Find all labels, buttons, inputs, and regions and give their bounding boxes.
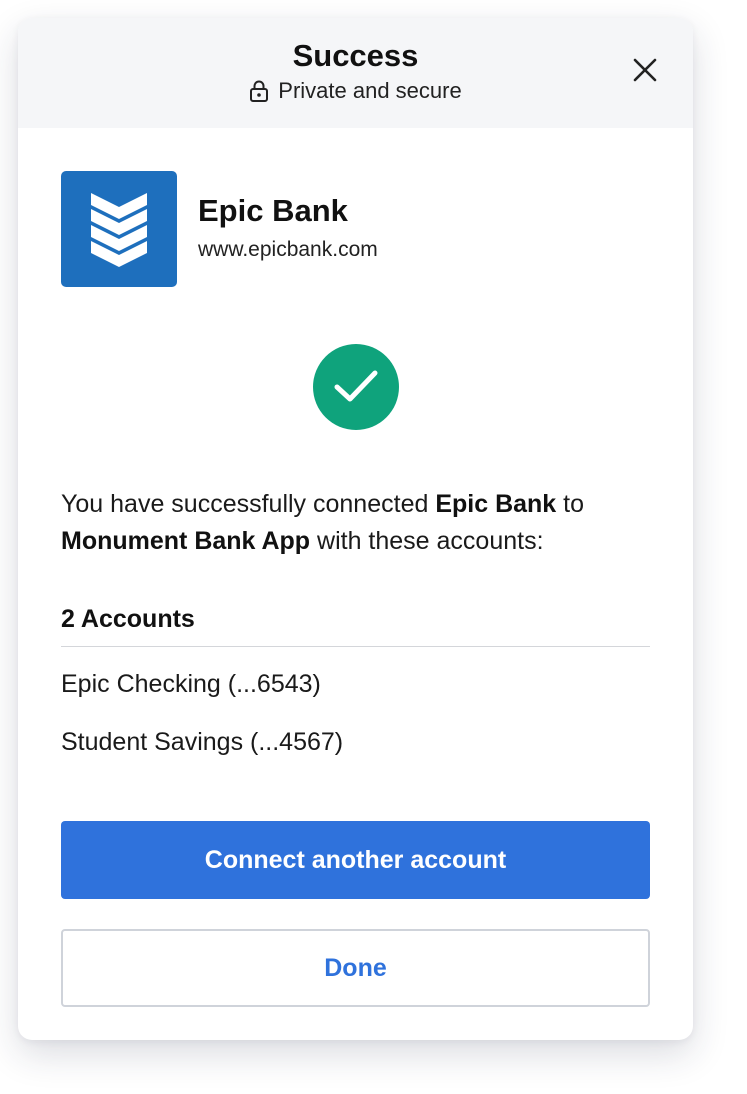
dialog-header: Success Private and secure bbox=[18, 18, 693, 128]
dialog-title: Success bbox=[292, 38, 419, 73]
message-app-name: Monument Bank App bbox=[61, 527, 311, 555]
account-item-checking: Epic Checking (...6543) bbox=[61, 670, 321, 698]
connect-another-account-button[interactable]: Connect another account bbox=[61, 821, 650, 899]
success-badge bbox=[313, 344, 399, 430]
message-text: You have successfully connected bbox=[61, 490, 436, 518]
account-item-savings: Student Savings (...4567) bbox=[61, 728, 344, 756]
close-icon[interactable] bbox=[631, 56, 659, 84]
success-dialog: Success Private and secure Epic Bank www… bbox=[18, 18, 693, 1040]
bank-logo bbox=[61, 171, 177, 287]
message-text: to bbox=[556, 490, 584, 518]
message-bank-name: Epic Bank bbox=[435, 490, 557, 518]
message-text: with these accounts: bbox=[310, 527, 544, 555]
security-note: Private and secure bbox=[18, 78, 693, 104]
done-button[interactable]: Done bbox=[61, 929, 650, 1007]
check-icon bbox=[334, 370, 378, 402]
success-message: You have successfully connected Epic Ban… bbox=[61, 486, 661, 560]
lock-icon bbox=[250, 80, 269, 102]
bank-url: www.epicbank.com bbox=[198, 238, 378, 261]
bank-name: Epic Bank bbox=[198, 193, 348, 228]
security-note-label: Private and secure bbox=[278, 78, 462, 103]
accounts-heading: 2 Accounts bbox=[61, 605, 195, 633]
chevron-stack-logo-icon bbox=[90, 193, 148, 267]
divider bbox=[61, 646, 650, 647]
